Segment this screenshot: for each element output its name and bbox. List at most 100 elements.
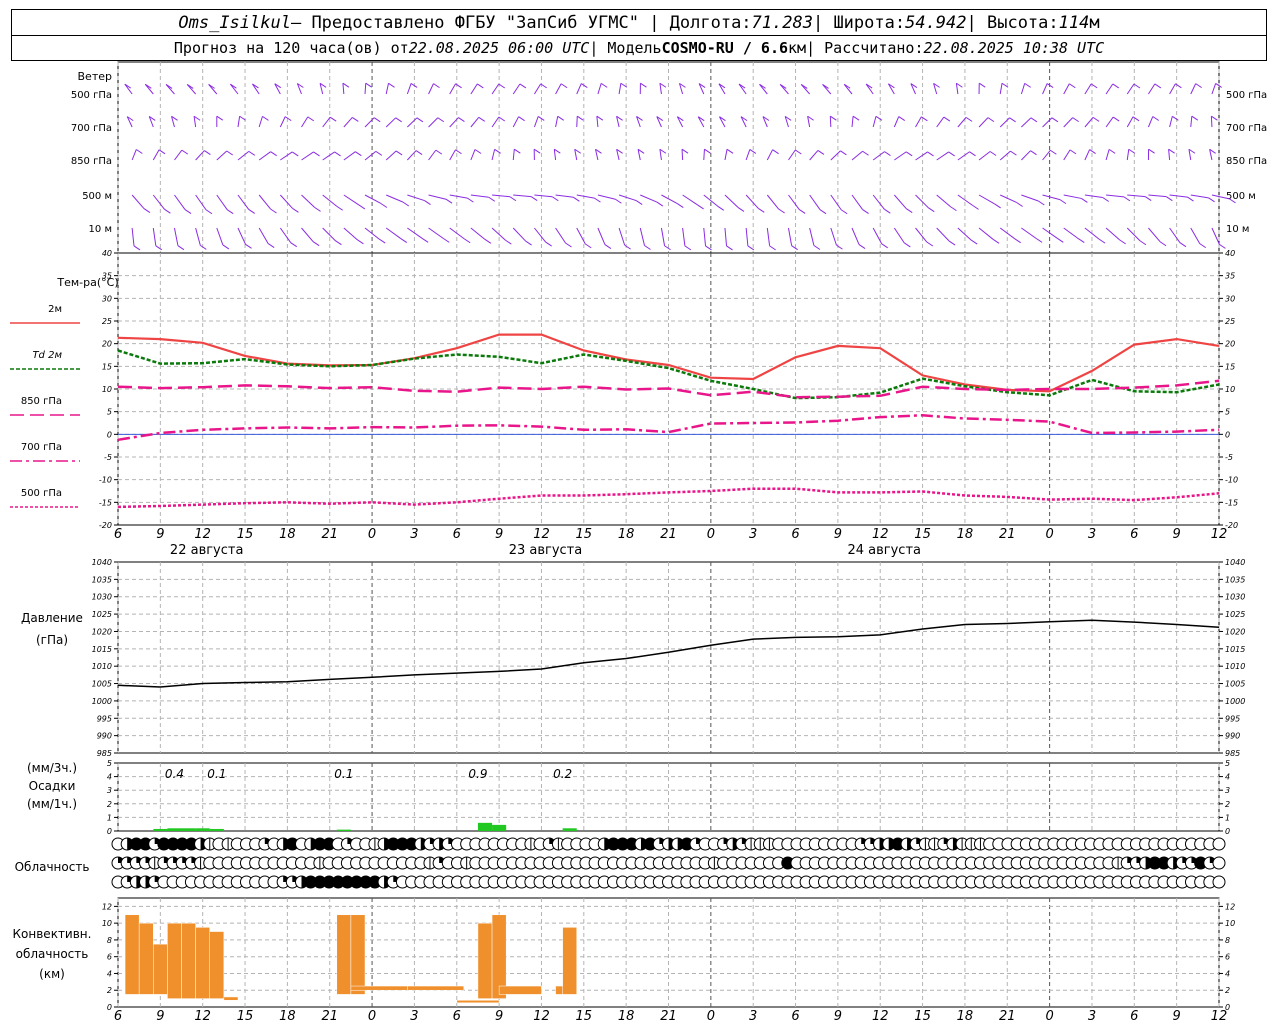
hour-tick-label: 0 bbox=[1045, 1009, 1053, 1024]
temp-series-line bbox=[117, 487, 1220, 509]
wind-barb bbox=[1211, 83, 1222, 95]
temp-y-tick-label: 5 bbox=[1225, 408, 1230, 417]
wind-barb bbox=[301, 116, 315, 128]
barb-feather bbox=[987, 117, 995, 123]
wind-barb bbox=[237, 150, 256, 161]
barb-shaft bbox=[174, 149, 183, 161]
barb-feather bbox=[836, 244, 843, 250]
barb-shaft bbox=[216, 227, 224, 246]
barb-feather bbox=[415, 150, 423, 155]
precip-value-label: 0.2 bbox=[553, 767, 572, 781]
barb-shaft bbox=[745, 149, 751, 161]
convective-y-tick-label: 8 bbox=[107, 936, 112, 945]
wind-barb bbox=[533, 148, 541, 161]
wind-barb bbox=[576, 194, 601, 203]
barb-shaft bbox=[195, 194, 207, 211]
wind-barb bbox=[1105, 148, 1116, 161]
barb-shaft bbox=[343, 151, 356, 161]
barb-feather bbox=[334, 151, 341, 157]
barb-feather bbox=[565, 242, 572, 248]
wind-barb bbox=[513, 194, 538, 201]
wind-barb bbox=[851, 150, 869, 161]
wind-barb bbox=[724, 194, 745, 212]
wind-barb bbox=[470, 194, 496, 202]
hour-tick-label: 12 bbox=[533, 527, 550, 542]
wind-barb bbox=[407, 194, 431, 205]
barb-shaft bbox=[724, 149, 728, 161]
wind-barb bbox=[343, 227, 364, 245]
barb-feather bbox=[1133, 83, 1141, 89]
hour-tick-label: 21 bbox=[999, 1009, 1016, 1024]
barb-feather bbox=[437, 117, 445, 123]
wind-barb bbox=[512, 148, 521, 161]
barb-feather bbox=[533, 148, 541, 154]
precip-y-tick-label: 5 bbox=[107, 759, 112, 768]
wind-barb bbox=[957, 194, 979, 210]
wind-barb bbox=[894, 151, 913, 161]
pressure-y-tick-label: 1000 bbox=[1225, 697, 1245, 706]
wind-barb bbox=[843, 83, 853, 95]
barb-feather bbox=[840, 209, 848, 215]
wind-barb bbox=[533, 83, 547, 95]
temp-y-tick-label: 15 bbox=[1225, 362, 1235, 371]
wind-barb bbox=[1042, 83, 1054, 95]
barb-feather bbox=[1108, 148, 1116, 154]
hour-tick-label: 15 bbox=[237, 527, 254, 542]
barb-shaft bbox=[258, 116, 263, 128]
barb-shaft bbox=[470, 149, 476, 161]
wind-barb bbox=[766, 194, 785, 214]
barb-shaft bbox=[470, 194, 489, 198]
wind-barb bbox=[322, 227, 342, 246]
barb-feather bbox=[560, 83, 568, 89]
barb-shaft bbox=[229, 83, 239, 95]
wind-barb bbox=[1190, 194, 1215, 203]
convective-bar bbox=[350, 985, 408, 991]
barb-shaft bbox=[301, 116, 309, 128]
barb-shaft bbox=[322, 116, 331, 128]
pressure-y-tick-label: 995 bbox=[1225, 714, 1240, 723]
barb-shaft bbox=[597, 227, 606, 245]
barb-shaft bbox=[152, 149, 160, 161]
barb-shaft bbox=[1063, 83, 1070, 95]
barb-shaft bbox=[872, 151, 885, 161]
wind-barb bbox=[1169, 194, 1194, 202]
wind-barb bbox=[173, 227, 185, 251]
barb-shaft bbox=[534, 227, 547, 243]
wind-barb bbox=[887, 83, 895, 95]
wind-barb bbox=[319, 82, 327, 95]
hour-tick-label: 3 bbox=[410, 1009, 418, 1024]
wind-barb bbox=[1106, 194, 1131, 202]
barb-feather bbox=[644, 245, 651, 250]
barb-feather bbox=[749, 149, 757, 154]
convective-bar bbox=[477, 922, 493, 999]
hour-tick-label: 6 bbox=[791, 1009, 799, 1024]
barb-feather bbox=[267, 243, 275, 248]
barb-feather bbox=[1035, 237, 1043, 243]
wind-barb bbox=[978, 117, 995, 128]
wind-barb bbox=[640, 194, 664, 207]
wind-barb bbox=[788, 194, 806, 214]
barb-feather bbox=[312, 241, 320, 247]
barb-feather bbox=[1123, 196, 1131, 202]
barb-feather bbox=[813, 245, 821, 250]
precip-y-tick-label: 5 bbox=[1225, 759, 1230, 768]
barb-feather bbox=[1081, 198, 1088, 203]
wind-barb bbox=[342, 82, 350, 95]
barb-shaft bbox=[1021, 150, 1031, 161]
pressure-y-tick-label: 1040 bbox=[92, 558, 112, 567]
cloud-circle bbox=[1212, 875, 1226, 889]
barb-shaft bbox=[1148, 227, 1161, 243]
hour-tick-label: 15 bbox=[576, 527, 593, 542]
hour-tick-label: 0 bbox=[707, 527, 715, 542]
wind-level-label: 850 гПа bbox=[71, 156, 112, 167]
barb-feather bbox=[133, 245, 141, 251]
temp-y-tick-label: 30 bbox=[102, 294, 112, 303]
barb-feather bbox=[226, 150, 233, 156]
wind-barb bbox=[301, 151, 320, 161]
barb-shaft bbox=[364, 83, 367, 95]
barb-feather bbox=[395, 150, 403, 156]
wind-barb bbox=[719, 116, 726, 128]
wind-barb bbox=[830, 227, 843, 250]
pressure-y-tick-label: 990 bbox=[97, 732, 112, 741]
wind-barb bbox=[195, 227, 207, 250]
